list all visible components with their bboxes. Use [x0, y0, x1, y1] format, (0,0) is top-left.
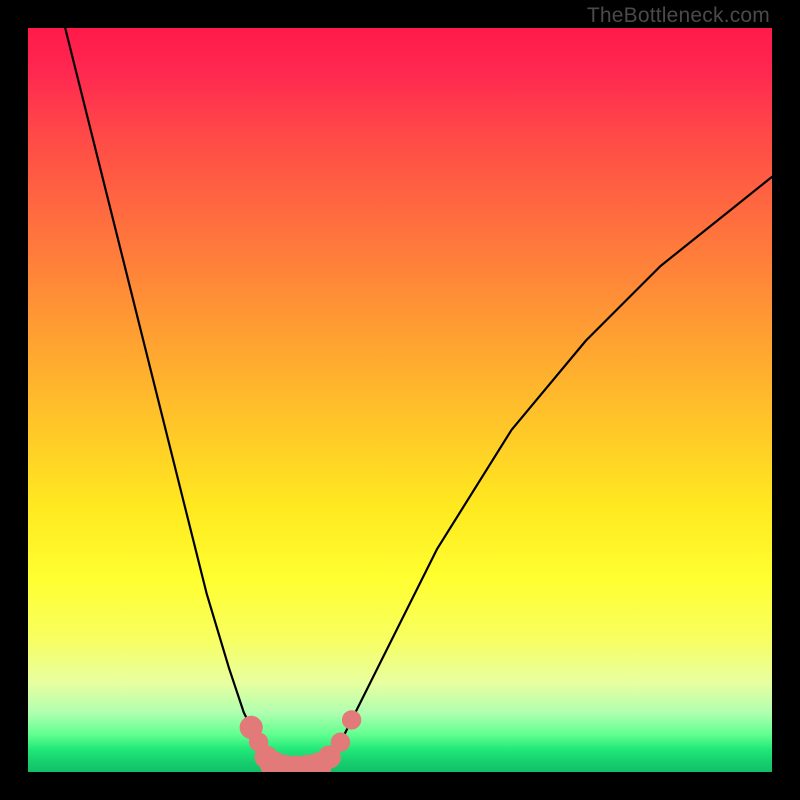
curve-left-branch: [65, 28, 273, 765]
chart-area: [28, 28, 772, 772]
chart-svg: [28, 28, 772, 772]
watermark: TheBottleneck.com: [587, 4, 770, 28]
marker-9: [331, 733, 350, 752]
marker-10: [342, 710, 361, 729]
curve-right-branch: [326, 177, 772, 765]
